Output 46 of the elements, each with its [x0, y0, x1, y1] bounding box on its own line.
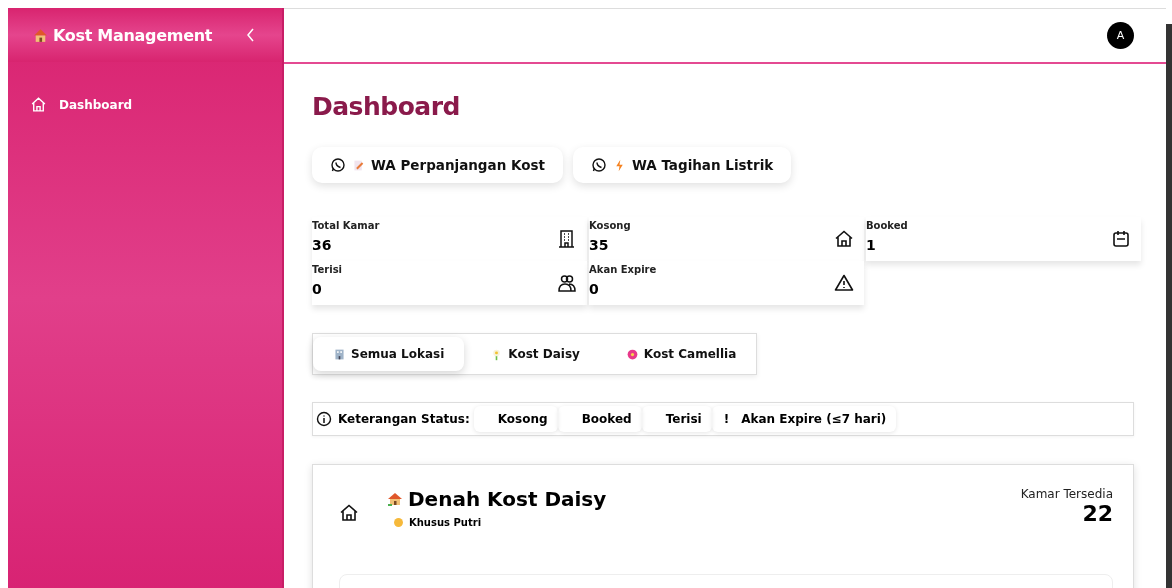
whatsapp-button[interactable]: WA Tagihan Listrik: [572, 147, 792, 183]
users-icon: [557, 273, 577, 293]
stat-label: Total Kamar: [312, 219, 381, 231]
stat-value: 36: [312, 236, 333, 253]
legend-label: Akan Expire (≤7 hari): [741, 412, 887, 426]
whatsapp-icon: [330, 157, 346, 173]
location-tab[interactable]: Kost Camellia: [605, 337, 757, 371]
user-avatar[interactable]: A: [1107, 22, 1134, 49]
stat-value: 35: [589, 236, 610, 253]
whatsapp-icon: [590, 157, 607, 173]
app-title: Kost Management: [53, 25, 214, 45]
building-icon: [557, 229, 577, 249]
stat-value: 0: [312, 280, 323, 297]
legend-mark: !: [723, 412, 730, 426]
note-icon: [352, 158, 365, 172]
stat-value: 0: [589, 280, 600, 297]
legend-title: Keterangan Status:: [338, 412, 470, 426]
house-icon: [32, 26, 49, 44]
available-count: 22: [1082, 501, 1113, 526]
building-icon: [333, 347, 346, 361]
collapse-icon[interactable]: [246, 27, 256, 43]
location-tab[interactable]: Kost Daisy: [470, 337, 600, 371]
home-icon: [30, 96, 47, 113]
stat-label: Booked: [866, 219, 909, 231]
home-icon: [339, 503, 359, 523]
calendar-icon: [1111, 229, 1131, 249]
info-icon: [316, 411, 332, 427]
category-tag: Khusus Putri: [409, 517, 482, 528]
legend-label: Kosong: [497, 412, 548, 426]
page-title: Dashboard: [312, 92, 461, 121]
available-label: Kamar Tersedia: [1020, 487, 1113, 501]
location-tab[interactable]: Semua Lokasi: [313, 337, 465, 371]
blossom-icon: [625, 347, 639, 361]
house-icon: [387, 491, 403, 507]
stat-value: 1: [866, 236, 877, 253]
whatsapp-button[interactable]: WA Perpanjangan Kost: [312, 147, 563, 183]
stat-label: Kosong: [589, 219, 632, 231]
stat-label: Terisi: [312, 263, 343, 275]
warning-icon: [834, 273, 854, 293]
legend-label: Terisi: [665, 412, 702, 426]
stat-label: Akan Expire: [589, 263, 658, 275]
floor-plan-title: Denah Kost Daisy: [408, 487, 607, 511]
nav-item[interactable]: Dashboard: [30, 96, 133, 113]
legend-label: Booked: [581, 412, 632, 426]
scrollbar[interactable]: [1166, 24, 1172, 588]
house-icon: [834, 229, 854, 249]
